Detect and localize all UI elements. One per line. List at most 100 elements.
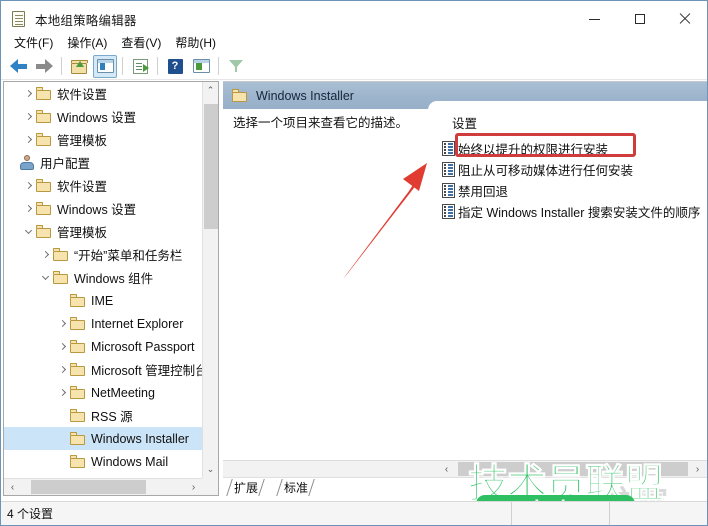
setting-list-item[interactable]: 指定 Windows Installer 搜索安装文件的顺序 [442, 201, 707, 222]
folder-icon [53, 271, 69, 284]
folder-icon [36, 110, 52, 123]
tree-item[interactable]: Windows 设置 [4, 105, 202, 128]
toolbar-back[interactable] [6, 55, 30, 78]
status-text: 4 个设置 [7, 507, 54, 521]
setting-list-item-label: 禁用回退 [458, 185, 509, 199]
user-config-icon [19, 155, 35, 170]
tree-item[interactable]: Windows Installer [4, 427, 202, 450]
tab-standard[interactable]: 标准 [275, 479, 315, 496]
console-tree-pane: 软件设置 Windows 设置 管理模板 用户配置 软件设置 Windows 设置 管理模板… [3, 81, 219, 496]
toolbar-filter[interactable] [224, 55, 248, 78]
setting-list-item[interactable]: 阻止从可移动媒体进行任何安装 [442, 159, 707, 180]
tree-item[interactable]: “开始”菜单和任务栏 [4, 243, 202, 266]
tree-vertical-scrollbar[interactable]: ⌃ ⌄ [202, 82, 218, 478]
tree-item[interactable]: 管理模板 [4, 220, 202, 243]
menu-action[interactable]: 操作(A) [60, 33, 114, 52]
help-icon: ? [167, 58, 183, 74]
tree-item[interactable]: Internet Explorer [4, 312, 202, 335]
tree-scroll-down-button[interactable]: ⌄ [203, 461, 218, 478]
chevron-right-icon[interactable] [55, 312, 70, 335]
details-header-title: Windows Installer [256, 88, 354, 103]
toolbar-separator-2 [122, 57, 123, 75]
maximize-button[interactable] [617, 4, 662, 34]
details-horizontal-scroll-thumb[interactable] [458, 462, 688, 476]
folder-icon [70, 432, 86, 445]
chevron-right-icon[interactable] [21, 128, 36, 151]
folder-icon [70, 317, 86, 330]
details-scroll-left-button[interactable]: ‹ [438, 461, 455, 477]
settings-panel: 设置 始终以提升的权限进行安装 阻止从可移动媒体进行任何安装 禁用回退 指定 Wind… [428, 101, 707, 461]
chevron-right-icon[interactable] [55, 335, 70, 358]
minimize-button[interactable] [572, 4, 617, 34]
status-cell-2 [609, 502, 707, 525]
tree-item[interactable]: Windows 组件 [4, 266, 202, 289]
chevron-right-icon[interactable] [21, 197, 36, 220]
tree-item[interactable]: Windows Mail [4, 450, 202, 473]
tree-item[interactable]: 用户配置 [4, 151, 202, 174]
tree-item[interactable]: Microsoft Passport [4, 335, 202, 358]
chevron-right-icon[interactable] [55, 358, 70, 381]
description-text: 选择一个项目来查看它的描述。 [233, 116, 409, 130]
tree-scroll-left-button[interactable]: ‹ [4, 479, 21, 495]
menu-view[interactable]: 查看(V) [114, 33, 168, 52]
tree-item-label: Windows Installer [91, 431, 193, 446]
toolbar-show-tree[interactable] [93, 54, 117, 78]
folder-icon [36, 202, 52, 215]
close-button[interactable] [662, 4, 707, 34]
policy-scroll-icon [10, 10, 28, 28]
chevron-right-icon[interactable] [21, 105, 36, 128]
tree-item-label: Windows 设置 [57, 203, 137, 217]
toolbar: ? [1, 53, 707, 80]
chevron-right-icon[interactable] [38, 243, 53, 266]
chevron-right-icon[interactable] [55, 381, 70, 404]
toolbar-separator-4 [218, 57, 219, 75]
tree-item[interactable]: 管理模板 [4, 128, 202, 151]
tab-extended[interactable]: 扩展 [225, 479, 265, 496]
chevron-down-icon[interactable] [38, 266, 53, 289]
chevron-down-icon[interactable] [21, 220, 36, 243]
console-tree[interactable]: 软件设置 Windows 设置 管理模板 用户配置 软件设置 Windows 设置 管理模板… [4, 82, 202, 478]
tree-scroll-up-button[interactable]: ⌃ [203, 82, 218, 99]
details-scroll-right-button[interactable]: › [689, 461, 706, 477]
toolbar-view[interactable] [189, 55, 213, 78]
policy-setting-icon [442, 183, 455, 198]
tree-item-label: Microsoft 管理控制台 [91, 364, 202, 378]
tree-item-label: IME [91, 293, 114, 308]
forward-arrow-icon [35, 59, 53, 73]
tree-item[interactable]: IME [4, 289, 202, 312]
tree-item[interactable]: NetMeeting [4, 381, 202, 404]
tree-vertical-scroll-thumb[interactable] [204, 104, 218, 229]
tree-item[interactable]: Windows 设置 [4, 197, 202, 220]
tree-item-label: Windows Mail [91, 454, 169, 469]
tree-item-label: Windows 设置 [57, 111, 137, 125]
tree-horizontal-scrollbar[interactable]: ‹ › [4, 478, 218, 495]
tree-item[interactable]: 软件设置 [4, 82, 202, 105]
show-hide-tree-icon [96, 59, 114, 73]
toolbar-forward[interactable] [32, 55, 56, 78]
setting-list-item-label: 始终以提升的权限进行安装 [458, 143, 609, 157]
tree-item-label: 管理模板 [57, 134, 108, 148]
chevron-right-icon[interactable] [21, 82, 36, 105]
folder-icon [36, 87, 52, 100]
toolbar-help[interactable]: ? [163, 55, 187, 78]
export-list-icon [132, 58, 149, 74]
folder-icon [232, 89, 248, 102]
setting-list-item[interactable]: 禁用回退 [442, 180, 707, 201]
settings-list[interactable]: 始终以提升的权限进行安装阻止从可移动媒体进行任何安装禁用回退指定 Windows… [442, 138, 707, 222]
details-horizontal-scrollbar[interactable]: ‹ › [223, 460, 707, 477]
folder-icon [70, 363, 86, 376]
toolbar-up-level[interactable] [67, 55, 91, 78]
setting-list-item[interactable]: 始终以提升的权限进行安装 [442, 138, 707, 159]
menu-file[interactable]: 文件(F) [7, 33, 60, 52]
tree-item[interactable]: RSS 源 [4, 404, 202, 427]
toolbar-export-list[interactable] [128, 55, 152, 78]
menu-help[interactable]: 帮助(H) [168, 33, 223, 52]
tree-horizontal-scroll-thumb[interactable] [31, 480, 146, 494]
folder-icon [70, 386, 86, 399]
tree-item-label: Windows 组件 [74, 272, 154, 286]
tree-item[interactable]: 软件设置 [4, 174, 202, 197]
tree-scroll-right-button[interactable]: › [185, 479, 202, 495]
tree-item[interactable]: Microsoft 管理控制台 [4, 358, 202, 381]
chevron-right-icon[interactable] [21, 174, 36, 197]
view-window-icon [192, 59, 210, 73]
